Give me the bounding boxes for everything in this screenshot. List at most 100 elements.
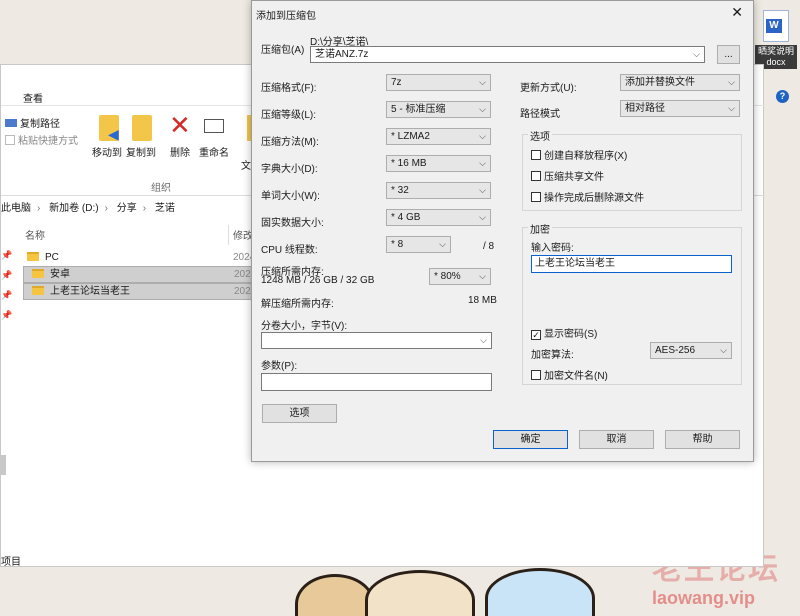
method-select[interactable]: * LZMA2 ⌵ [386,128,491,145]
show-password-checkbox[interactable]: ✓ 显示密码(S) [531,325,597,340]
paste-shortcut-icon [5,135,15,145]
column-header-name[interactable]: 名称 [25,227,45,242]
close-icon[interactable]: ✕ [731,4,743,21]
chevron-down-icon: ⌵ [479,212,486,222]
browse-button[interactable]: ... [717,45,740,64]
help-icon[interactable]: ? [776,90,789,103]
wallpaper-mascots [285,566,625,616]
delete-icon: ✕ [169,110,191,140]
memory-decompress-label: 解压缩所需内存: [261,299,334,310]
solid-block-value: * 4 GB [391,212,421,223]
breadcrumb-separator-icon: › [104,203,108,214]
add-to-archive-dialog: 添加到压缩包 ✕ 压缩包(A) D:\分享\芝诺\ 芝诺ANZ.7z ⌵ ...… [251,0,754,462]
breadcrumb-separator-icon: › [37,203,41,214]
password-label: 输入密码: [531,243,574,254]
delete-after-checkbox[interactable]: 操作完成后删除源文件 [531,189,644,204]
watermark-url: laowang.vip [652,588,756,608]
chevron-down-icon: ⌵ [479,131,486,141]
checkbox-icon [531,192,541,202]
shared-files-checkbox[interactable]: 压缩共享文件 [531,168,604,183]
params-label: 参数(P): [261,361,298,372]
options-button[interactable]: 选项 [262,404,337,423]
path-mode-select[interactable]: 相对路径 ⌵ [620,100,740,117]
threads-max: / 8 [483,241,495,252]
scrollbar-thumb[interactable] [1,455,6,475]
file-row[interactable]: 安卓 2024 [23,266,256,283]
pin-icon: 📌 [1,310,13,320]
method-label: 压缩方法(M): [261,137,319,148]
chevron-down-icon: ⌵ [439,239,446,249]
file-name: 上老王论坛当老王 [50,286,130,297]
format-label: 压缩格式(F): [261,83,317,94]
solid-block-label: 固实数据大小: [261,218,324,229]
split-label: 分卷大小，字节(V): [261,321,348,332]
word-size-label: 单词大小(W): [261,191,320,202]
breadcrumb-item[interactable]: 芝诺 [155,203,175,214]
dialog-title: 添加到压缩包 [256,11,316,22]
column-header-modified[interactable]: 修改 [233,227,253,242]
chevron-down-icon: ⌵ [693,49,700,59]
dictionary-select[interactable]: * 16 MB ⌵ [386,155,491,172]
column-divider[interactable] [228,225,229,245]
breadcrumb-separator-icon: › [142,203,147,214]
breadcrumb-item[interactable]: 新加卷 (D:) [49,203,98,214]
chevron-down-icon: ⌵ [728,77,735,87]
archive-name-value: 芝诺ANZ.7z [315,49,369,60]
params-input[interactable] [261,373,492,391]
ok-button[interactable]: 确定 [493,430,568,449]
sfx-checkbox[interactable]: 创建自释放程序(X) [531,147,627,162]
breadcrumb-item[interactable]: 此电脑 [1,203,31,214]
checkbox-icon [531,171,541,181]
path-mode-value: 相对路径 [625,103,665,114]
checkbox-icon [531,370,541,380]
memory-decompress-value: 18 MB [468,295,497,306]
threads-label: CPU 线程数: [261,245,318,256]
breadcrumb-item[interactable]: 分享 [117,203,137,214]
dictionary-value: * 16 MB [391,158,427,169]
cancel-button[interactable]: 取消 [579,430,654,449]
rename-button[interactable]: 重命名 [199,144,229,159]
breadcrumb: 此电脑 › 新加卷 (D:) › 分享 › 芝诺 [1,199,181,219]
memory-percent-select[interactable]: * 80% ⌵ [429,268,491,285]
desktop-file-docx[interactable]: W 晒奖说明 docx [752,10,800,69]
archive-name-combobox[interactable]: 芝诺ANZ.7z ⌵ [310,46,705,63]
new-button-partial[interactable]: 文 [241,157,251,172]
paste-shortcut-button[interactable]: 粘贴快捷方式 [5,132,78,147]
copy-to-button[interactable]: 复制到 [126,144,156,159]
ribbon-tab-view[interactable]: 查看 [23,90,43,105]
chevron-down-icon: ⌵ [720,345,727,355]
encryption-method-select[interactable]: AES-256 ⌵ [650,342,732,359]
chevron-down-icon: ⌵ [479,185,486,195]
update-mode-value: 添加并替换文件 [625,77,695,88]
level-select[interactable]: 5 - 标准压缩 ⌵ [386,101,491,118]
status-bar-text: 项目 [1,557,21,568]
threads-select[interactable]: * 8 ⌵ [386,236,451,253]
update-mode-select[interactable]: 添加并替换文件 ⌵ [620,74,740,91]
password-input[interactable]: 上老王论坛当老王 [531,255,732,273]
dictionary-label: 字典大小(D): [261,164,318,175]
options-group-title: 选项 [528,128,552,143]
pin-icon: 📌 [1,270,13,280]
solid-block-select[interactable]: * 4 GB ⌵ [386,209,491,226]
delete-button[interactable]: 删除 [170,144,190,159]
encryption-method-label: 加密算法: [531,350,574,361]
checkbox-checked-icon: ✓ [531,330,541,340]
split-combobox[interactable]: ⌵ [261,332,492,349]
pin-icon: 📌 [1,250,13,260]
chevron-down-icon: ⌵ [728,103,735,113]
word-document-icon: W [763,10,789,42]
help-button[interactable]: 帮助 [665,430,740,449]
encryption-method-value: AES-256 [655,345,696,356]
rename-icon [204,119,224,133]
memory-percent-value: * 80% [434,271,461,282]
file-row[interactable]: 上老王论坛当老王 2024 [23,283,256,300]
copy-path-button[interactable]: 复制路径 [5,115,60,130]
format-select[interactable]: 7z ⌵ [386,74,491,91]
chevron-down-icon: ⌵ [479,104,486,114]
encrypt-names-checkbox[interactable]: 加密文件名(N) [531,367,608,382]
move-to-button[interactable]: 移动到 [92,144,122,159]
file-row[interactable]: PC 2024 [23,249,255,266]
word-size-select[interactable]: * 32 ⌵ [386,182,491,199]
chevron-down-icon: ⌵ [480,335,487,345]
archive-label: 压缩包(A) [261,45,305,56]
